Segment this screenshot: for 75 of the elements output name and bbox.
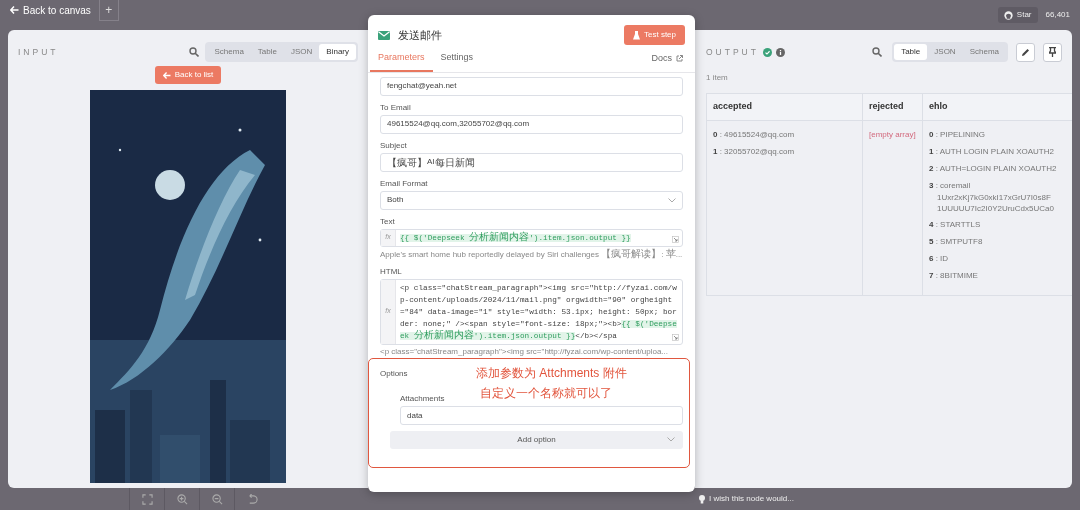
input-field[interactable]: data xyxy=(400,406,683,425)
docs-link[interactable]: Docs xyxy=(651,52,693,72)
view-tab[interactable]: Table xyxy=(894,44,928,60)
empty-value: [empty array] xyxy=(869,128,916,141)
arrow-left-icon xyxy=(162,71,171,79)
field-label: Email Format xyxy=(380,178,429,189)
chevron-down-icon xyxy=(668,197,676,203)
back-to-canvas-link[interactable]: Back to canvas xyxy=(10,2,91,18)
add-option-button[interactable]: Add option xyxy=(390,431,683,449)
view-tab[interactable]: Table xyxy=(250,44,284,60)
pin-icon xyxy=(1049,47,1056,57)
view-tab[interactable]: Binary xyxy=(319,44,356,60)
list-value: 5 : SMTPUTF8 xyxy=(929,235,984,248)
list-value: 0 : 49615524@qq.com xyxy=(713,128,796,141)
preview-text: <p class="chatStream_paragraph"><img src="http://fyzai.com/wp-content/uploa... xyxy=(380,345,669,357)
column-header: rejected xyxy=(862,93,923,120)
list-value: 0 : PIPELINING xyxy=(929,128,987,141)
arrow-left-icon xyxy=(10,6,19,14)
list-value: 1 : 32055702@qq.com xyxy=(713,145,796,158)
external-link-icon xyxy=(676,55,683,63)
list-value: 7 : 8BITMIME xyxy=(929,269,979,282)
list-value: 4 : STARTTLS xyxy=(929,218,982,231)
list-value: 1 : AUTH LOGIN PLAIN XOAUTH2 xyxy=(929,145,1055,158)
annotation-text: 添加参数为 Attchments 附件 xyxy=(476,364,627,382)
list-value: 3 : coremail xyxy=(929,179,972,192)
panel-title: INPUT xyxy=(18,45,59,59)
pin-button[interactable] xyxy=(1043,42,1062,62)
expand-icon[interactable] xyxy=(672,333,679,341)
view-tab[interactable]: Schema xyxy=(207,44,251,60)
item-count: 1 item xyxy=(706,72,729,84)
envelope-icon xyxy=(378,30,390,40)
field-label: Attachments xyxy=(400,394,445,404)
list-value: 6 : ID xyxy=(929,252,950,265)
input-field[interactable]: fengchat@yeah.net xyxy=(380,76,683,96)
edit-button[interactable] xyxy=(1016,42,1035,62)
annotation-text: 自定义一个名称就可以了 xyxy=(480,384,612,402)
info-icon xyxy=(775,47,785,57)
input-field[interactable]: 【疯哥】AI每日新闻 xyxy=(380,152,683,172)
select-field[interactable]: Both xyxy=(380,190,683,210)
view-tab[interactable]: JSON xyxy=(927,44,963,60)
add-tab-button[interactable]: + xyxy=(98,0,119,21)
chevron-down-icon xyxy=(667,437,675,442)
list-value: 1UUUUU7Ic2I0Y2UruCdx5UCa0 xyxy=(936,202,1055,214)
lightbulb-icon xyxy=(699,494,705,504)
search-icon[interactable] xyxy=(872,47,883,57)
feedback-text: I wish this node would... xyxy=(709,493,794,505)
section-label: Options xyxy=(380,368,408,379)
fit-view-icon[interactable] xyxy=(141,493,153,505)
view-tab[interactable]: JSON xyxy=(283,44,320,60)
settings-tab[interactable]: Settings xyxy=(432,51,482,72)
column-header: accepted xyxy=(706,93,863,120)
flask-icon xyxy=(633,30,640,40)
field-label: HTML xyxy=(380,266,403,277)
field-label: To Email xyxy=(380,102,412,113)
undo-icon[interactable] xyxy=(246,493,258,505)
column-header: ehlo xyxy=(922,93,1072,120)
preview-text: Apple's smart home hub reportedly delayed by Siri challenges 【疯哥解读】: 苹... xyxy=(380,247,683,260)
code-editor[interactable] xyxy=(380,278,683,345)
field-label: Text xyxy=(380,216,396,227)
panel-title: OUTPUT xyxy=(706,45,759,59)
node-title: 发送邮件 xyxy=(398,27,442,43)
expand-icon[interactable] xyxy=(672,235,679,243)
pencil-icon xyxy=(1021,47,1030,57)
field-label: Subject xyxy=(380,140,408,151)
success-check-icon xyxy=(762,47,772,57)
zoom-out-icon[interactable] xyxy=(211,493,223,505)
view-tab[interactable]: Schema xyxy=(962,44,1006,60)
input-field[interactable]: 49615524@qq.com,32055702@qq.com xyxy=(380,114,683,134)
zoom-in-icon[interactable] xyxy=(176,493,188,505)
star-count: 66,401 xyxy=(1045,9,1070,21)
github-icon xyxy=(1003,10,1013,20)
list-value: 1Uxr2xKj7kG0xkI17xGrU7I0s8F xyxy=(936,191,1052,203)
github-star-button[interactable]: Star xyxy=(997,7,1038,23)
search-icon[interactable] xyxy=(189,47,200,57)
list-value: 2 : AUTH=LOGIN PLAIN XOAUTH2 xyxy=(929,162,1058,175)
